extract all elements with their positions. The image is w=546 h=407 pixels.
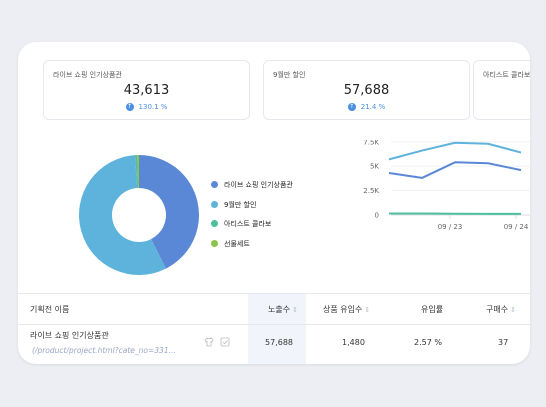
row-rate: 2.57 % [414,338,442,347]
legend-label: 아티스트 콜라보 [224,220,272,228]
y-tick-label: 5K [370,163,379,171]
legend-dot [211,200,218,208]
donut-chart [79,155,200,275]
row-inflow: 1,480 [342,338,365,347]
header-exposure[interactable]: 노출수 ⇕ [268,304,298,315]
legend-dot [211,181,218,188]
arrow-up-icon: ↑ [347,103,356,111]
tshirt-icon[interactable] [204,337,214,347]
line-chart: 02.5K5K7.5K10K12.5K09 / 2309 / 24 [363,140,530,231]
legend-dot [211,220,218,227]
dashboard-panel: 라이브 쇼핑 인기상품관 43,613 ↑ 130.1 % 9월만 할인 57,6… [18,42,530,364]
card-value: 43,613 [123,83,170,98]
legend-label: 라이브 쇼핑 인기상품관 [224,181,293,189]
card-title: 아티스트 콜라보 [483,71,530,79]
y-tick-label: 0 [375,212,379,220]
header-inflow-label: 상품 유입수 [323,305,363,314]
table-row[interactable]: 라이브 쇼핑 인기상품관 (/product/project.html?cate… [18,324,530,364]
card-change-value: 130.1 % [138,103,168,111]
summary-card-2[interactable]: 9월만 할인 57,688 ↑ 21.4 % [263,60,470,120]
header-rate[interactable]: 유입률 [421,304,443,315]
card-value: 57,688 [343,83,390,98]
summary-card-1[interactable]: 라이브 쇼핑 인기상품관 43,613 ↑ 130.1 % [43,60,250,120]
card-title: 9월만 할인 [273,71,306,79]
header-inflow[interactable]: 상품 유입수 ⇕ [323,304,370,315]
row-link[interactable]: (/product/project.html?cate_no=331... [32,346,176,355]
device-frame: 라이브 쇼핑 인기상품관 43,613 ↑ 130.1 % 9월만 할인 57,6… [0,0,546,407]
legend-label: 선물세트 [224,239,250,248]
card-change-value: 21.4 % [360,103,386,111]
card-change: ↑ 130.1 % [44,103,249,111]
x-tick-label: 09 / 24 [504,223,529,231]
y-tick-label: 7.5K [363,140,379,146]
series-line[interactable] [388,161,522,179]
y-tick-label: 2.5K [363,187,379,195]
x-tick-label: 09 / 23 [438,223,463,231]
header-purchase-label: 구매수 [486,305,509,314]
sort-icon[interactable]: ⇕ [364,306,370,314]
header-exposure-label: 노출수 [268,305,291,314]
sort-icon[interactable]: ⇕ [292,306,298,314]
header-purchase[interactable]: 구매수 ⇕ [486,304,516,315]
row-exposure: 57,688 [265,338,293,347]
series-line[interactable] [388,141,522,161]
header-name[interactable]: 기획전 이름 [30,304,69,315]
legend-dot [211,239,218,247]
summary-card-3[interactable]: 아티스트 콜라보 [473,60,530,120]
row-name[interactable]: 라이브 쇼핑 인기상품관 [30,330,109,341]
card-change: ↑ 21.4 % [264,103,469,111]
row-purchase: 37 [498,338,509,347]
legend-label: 9월만 할인 [224,200,257,209]
sort-icon[interactable]: ⇕ [510,306,516,314]
card-title: 라이브 쇼핑 인기상품관 [53,71,122,79]
table-header: 기획전 이름 노출수 ⇕ 상품 유입수 ⇕ 유입률 구매수 ⇕ [18,293,530,325]
arrow-up-icon: ↑ [125,103,134,111]
checkbox-icon[interactable] [220,337,230,347]
